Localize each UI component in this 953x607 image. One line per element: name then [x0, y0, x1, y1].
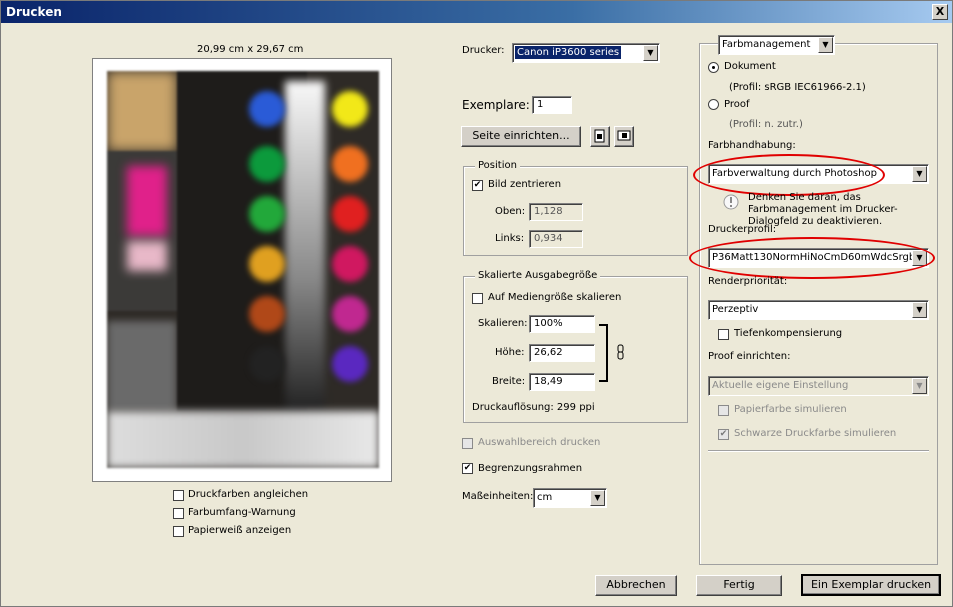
color-management-hint: Denken Sie daran, das Farbmanagement im … [748, 192, 898, 227]
match-colors-label: Druckfarben angleichen [188, 489, 309, 500]
black-point-label: Tiefenkompensierung [734, 328, 843, 339]
print-selection-checkbox[interactable] [462, 438, 473, 449]
top-label: Oben: [495, 206, 526, 217]
paper-white-label: Papierweiß anzeigen [188, 525, 292, 536]
title-bar: Drucken X [1, 1, 952, 23]
document-radio[interactable] [708, 62, 719, 73]
units-select-value: cm [537, 492, 553, 503]
highlight-ellipse [693, 154, 885, 196]
printer-select[interactable]: Canon iP3600 series ▼ [512, 43, 660, 63]
landscape-orientation-button[interactable] [614, 126, 634, 147]
top-input[interactable]: 1,128 [529, 203, 583, 221]
chevron-down-icon: ▼ [590, 490, 605, 506]
proof-setup-value: Aktuelle eigene Einstellung [712, 380, 849, 391]
proportion-bracket [599, 324, 608, 382]
chevron-down-icon: ▼ [912, 166, 927, 182]
match-colors-checkbox[interactable] [173, 490, 184, 501]
section-select-value: Farbmanagement [722, 39, 811, 50]
print-one-copy-button[interactable]: Ein Exemplar drucken [801, 574, 941, 596]
proof-profile: (Profil: n. zutr.) [729, 119, 803, 130]
position-title: Position [475, 160, 520, 171]
scale-label: Skalieren: [478, 318, 528, 329]
rendering-intent-label: Renderpriorität: [708, 276, 788, 287]
document-profile: (Profil: sRGB IEC61966-2.1) [729, 82, 866, 93]
chevron-down-icon: ▼ [912, 378, 927, 394]
printer-label: Drucker: [462, 45, 505, 56]
cancel-button[interactable]: Abbrechen [595, 575, 677, 596]
height-input[interactable]: 26,62 [529, 344, 595, 362]
chain-link-icon[interactable] [616, 344, 626, 363]
section-select[interactable]: Farbmanagement ▼ [718, 35, 835, 55]
print-resolution: Druckauflösung: 299 ppi [472, 402, 595, 413]
printer-select-value: Canon iP3600 series [515, 46, 622, 59]
chevron-down-icon: ▼ [818, 37, 833, 53]
print-dialog: Drucken X 20,99 cm x 29,67 cm Druckfarbe… [0, 0, 953, 607]
fit-media-checkbox[interactable] [472, 293, 483, 304]
center-image-checkbox[interactable]: ✔ [472, 180, 483, 191]
close-button[interactable]: X [932, 4, 948, 20]
black-point-checkbox[interactable] [718, 329, 729, 340]
simulate-black-label: Schwarze Druckfarbe simulieren [734, 428, 897, 439]
simulate-paper-checkbox[interactable] [718, 405, 729, 416]
scaled-output-title: Skalierte Ausgabegröße [475, 270, 601, 281]
window-title: Drucken [6, 5, 62, 19]
preview-image [107, 71, 379, 468]
page-setup-button[interactable]: Seite einrichten... [461, 126, 581, 147]
printer-profile-label: Druckerprofil: [708, 224, 777, 235]
width-input[interactable]: 18,49 [529, 373, 595, 391]
done-button[interactable]: Fertig [696, 575, 782, 596]
paper-white-checkbox[interactable] [173, 526, 184, 537]
simulate-black-checkbox[interactable]: ✔ [718, 429, 729, 440]
divider [708, 450, 929, 452]
proof-setup-label: Proof einrichten: [708, 351, 791, 362]
landscape-page-icon [617, 130, 631, 141]
units-label: Maßeinheiten: [462, 491, 534, 502]
simulate-paper-label: Papierfarbe simulieren [734, 404, 847, 415]
warning-icon [722, 193, 740, 214]
proof-setup-select[interactable]: Aktuelle eigene Einstellung ▼ [708, 376, 929, 396]
chevron-down-icon: ▼ [643, 45, 658, 61]
portrait-orientation-button[interactable] [590, 126, 610, 147]
copies-label: Exemplare: [462, 98, 530, 112]
print-selection-label: Auswahlbereich drucken [478, 437, 601, 448]
center-image-label: Bild zentrieren [488, 179, 562, 190]
gamut-warning-label: Farbumfang-Warnung [188, 507, 296, 518]
chevron-down-icon: ▼ [912, 302, 927, 318]
bounding-box-label: Begrenzungsrahmen [478, 463, 583, 474]
width-label: Breite: [492, 376, 526, 387]
highlight-ellipse [689, 237, 935, 279]
proof-label: Proof [724, 99, 750, 110]
document-label: Dokument [724, 61, 776, 72]
units-select[interactable]: cm ▼ [533, 488, 607, 508]
gamut-warning-checkbox[interactable] [173, 508, 184, 519]
rendering-intent-select[interactable]: Perzeptiv ▼ [708, 300, 929, 320]
copies-input[interactable]: 1 [532, 96, 572, 114]
portrait-page-icon [594, 129, 605, 143]
rendering-intent-value: Perzeptiv [712, 304, 759, 315]
left-label: Links: [495, 233, 525, 244]
bounding-box-checkbox[interactable]: ✔ [462, 463, 473, 474]
color-handling-label: Farbhandhabung: [708, 140, 796, 151]
left-input[interactable]: 0,934 [529, 230, 583, 248]
paper-size-label: 20,99 cm x 29,67 cm [197, 44, 304, 55]
fit-media-label: Auf Mediengröße skalieren [488, 292, 622, 303]
print-preview [92, 58, 392, 482]
proof-radio[interactable] [708, 99, 719, 110]
scale-input[interactable]: 100% [529, 315, 595, 333]
height-label: Höhe: [495, 347, 525, 358]
